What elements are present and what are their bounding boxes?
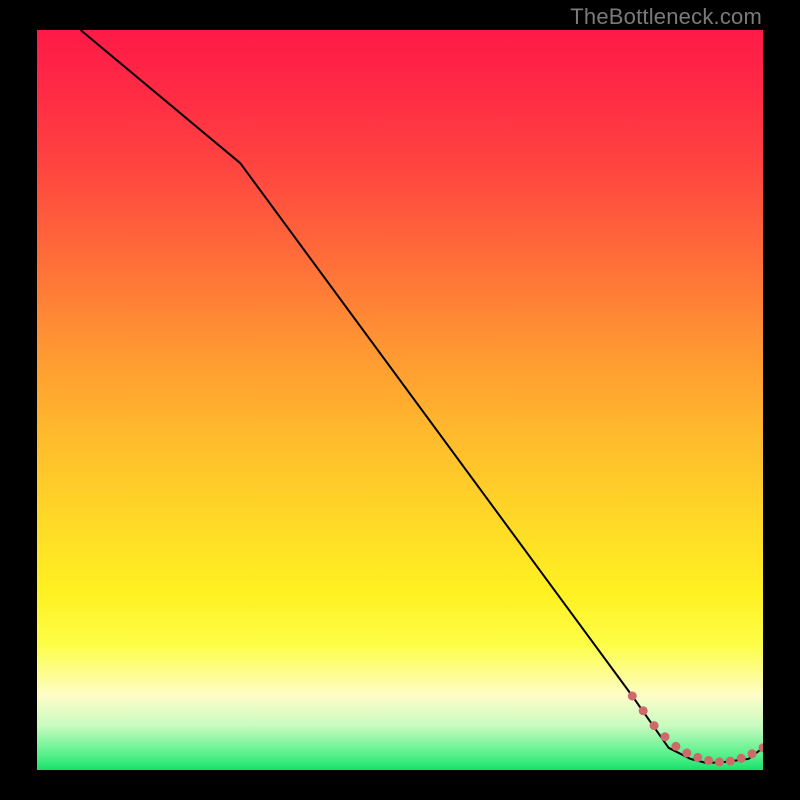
plot-area (37, 30, 763, 770)
watermark-text: TheBottleneck.com (570, 4, 762, 30)
series-curve (81, 30, 763, 763)
chart-svg (37, 30, 763, 770)
series-dotted-tail (628, 692, 763, 767)
chart-frame: TheBottleneck.com (0, 0, 800, 800)
